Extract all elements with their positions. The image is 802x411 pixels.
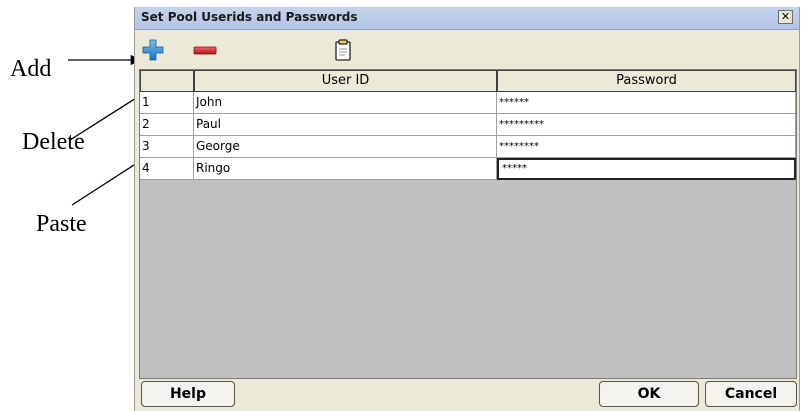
column-header-password[interactable]: Password [497, 70, 796, 92]
row-number: 4 [140, 158, 194, 180]
minus-icon [193, 46, 217, 55]
user-id-cell[interactable]: Paul [194, 114, 497, 136]
password-cell[interactable]: ****** [497, 92, 796, 114]
user-id-cell[interactable]: George [194, 136, 497, 158]
ok-button[interactable]: OK [599, 381, 699, 407]
close-icon: ✕ [780, 10, 791, 23]
table-row[interactable]: 2 Paul ********* [140, 114, 796, 136]
password-cell[interactable]: ******** [497, 136, 796, 158]
paste-button[interactable] [331, 38, 355, 62]
row-number: 3 [140, 136, 194, 158]
add-annotation: Add [10, 56, 52, 82]
password-cell[interactable]: ********* [497, 114, 796, 136]
userid-table: User ID Password 1 John ****** 2 Paul **… [139, 69, 797, 379]
row-number: 1 [140, 92, 194, 114]
password-edit-field[interactable]: ***** [497, 158, 796, 180]
add-row-button[interactable] [141, 38, 165, 62]
column-header-number[interactable] [140, 70, 194, 92]
clipboard-icon [335, 39, 351, 61]
user-id-cell[interactable]: Ringo [194, 158, 497, 180]
table-row[interactable]: 4 Ringo ***** [140, 158, 796, 180]
toolbar [135, 30, 799, 70]
set-pool-userids-dialog: Set Pool Userids and Passwords ✕ User ID… [134, 7, 800, 411]
dialog-title: Set Pool Userids and Passwords [141, 10, 358, 24]
table-header: User ID Password [140, 70, 796, 92]
delete-annotation: Delete [22, 129, 85, 155]
row-number: 2 [140, 114, 194, 136]
delete-row-button[interactable] [193, 38, 217, 62]
cancel-button[interactable]: Cancel [705, 381, 797, 407]
help-button[interactable]: Help [141, 381, 235, 407]
title-bar: Set Pool Userids and Passwords ✕ [135, 7, 799, 30]
paste-annotation: Paste [36, 211, 87, 237]
table-row[interactable]: 3 George ******** [140, 136, 796, 158]
close-button[interactable]: ✕ [778, 10, 793, 24]
column-header-user-id[interactable]: User ID [194, 70, 497, 92]
table-row[interactable]: 1 John ****** [140, 92, 796, 114]
plus-icon [142, 39, 164, 61]
user-id-cell[interactable]: John [194, 92, 497, 114]
